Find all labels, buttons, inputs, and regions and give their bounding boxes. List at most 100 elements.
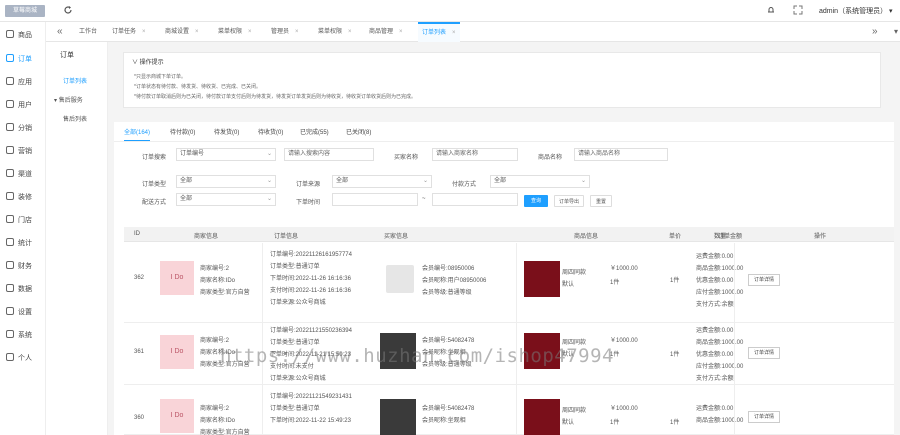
sidebar-item-goods[interactable]: 商品: [0, 28, 46, 42]
merchant-line: 商家编号:2: [200, 406, 230, 412]
sidebar-item-settings[interactable]: 设置: [0, 305, 46, 319]
goods-name[interactable]: 周四同款: [562, 405, 586, 414]
chevron-down-icon: ⌄: [422, 178, 428, 184]
buyer-line: 会员昵称:坐观相: [422, 418, 466, 424]
column-divider: [262, 385, 263, 435]
order-source-select[interactable]: 全部 ⌄: [332, 175, 432, 188]
tab-goods-management[interactable]: 商品管理 ×: [369, 22, 403, 42]
tabs-more-icon[interactable]: ▾: [894, 27, 898, 36]
sub-group-after-sales[interactable]: ▾ 售后服务: [54, 95, 83, 104]
marketing-icon: [6, 146, 14, 154]
status-tab-unpaid[interactable]: 待付款(0): [170, 127, 195, 136]
sub-item-after-sales-list[interactable]: 售后列表: [63, 114, 87, 123]
table-row: 360 I Do 商家编号:2 商家名称:IDo 商家类型:官方自营 订单编号:…: [124, 385, 894, 435]
buyer-name-input[interactable]: 请输入商家名称: [432, 148, 518, 161]
goods-icon: [6, 30, 14, 38]
status-tabs-divider: [114, 141, 894, 142]
amount-line: 商品金额:1000.00: [696, 418, 744, 424]
tab-menu-permission-2[interactable]: 菜单权限 ×: [318, 22, 352, 42]
tab-mall-settings[interactable]: 商城设置 ×: [165, 22, 199, 42]
pay-method-select[interactable]: 全部 ⌄: [490, 175, 590, 188]
sidebar-item-channels[interactable]: 渠道: [0, 167, 46, 181]
sidebar-item-system[interactable]: 系统: [0, 328, 46, 342]
sidebar-item-stores[interactable]: 门店: [0, 213, 46, 227]
tips-title[interactable]: ∨ 操作提示: [132, 57, 164, 66]
order-time-separator: ~: [422, 196, 426, 202]
order-detail-button[interactable]: 订单详情: [748, 411, 780, 423]
order-type-select[interactable]: 全部 ⌄: [176, 175, 276, 188]
amount-line: 支付方式:余额: [696, 302, 734, 308]
order-time-start-input[interactable]: [332, 193, 418, 206]
sidebar-item-distribution[interactable]: 分销: [0, 121, 46, 135]
sidebar-item-decoration[interactable]: 装修: [0, 190, 46, 204]
row-id: 361: [134, 349, 145, 355]
goods-count: 1件: [610, 420, 620, 426]
sidebar-item-statistics[interactable]: 统计: [0, 236, 46, 250]
sidebar-item-marketing[interactable]: 营销: [0, 144, 46, 158]
refresh-icon[interactable]: [63, 5, 73, 15]
order-search-select[interactable]: 订单编号 ⌄: [176, 148, 276, 161]
col-merchant: 商家信息: [194, 234, 219, 240]
brand-logo[interactable]: 草莓商城: [5, 5, 45, 17]
merchant-line: 商家类型:官方自营: [200, 290, 250, 296]
search-button[interactable]: 查询: [524, 195, 548, 207]
delivery-method-select[interactable]: 全部 ⌄: [176, 193, 276, 206]
status-tab-to-receive[interactable]: 待收货(0): [258, 127, 283, 136]
reset-button[interactable]: 重置: [590, 195, 612, 207]
amount-line: 运费金额:0.00: [696, 406, 734, 412]
sidebar-item-data[interactable]: 数据: [0, 282, 46, 296]
order-line: 下单时间:2022-11-22 15:49:23: [270, 418, 351, 424]
buyer-line: 会员编号:08950006: [422, 266, 475, 272]
order-search-input[interactable]: 请输入搜索内容: [284, 148, 374, 161]
tab-order-list[interactable]: 订单列表 ×: [418, 22, 460, 42]
tip-line: *只显示商城下单订单。: [134, 74, 186, 80]
col-id: ID: [134, 231, 140, 237]
tab-menu-permission[interactable]: 菜单权限 ×: [218, 22, 252, 42]
tabs-scroll-left-icon[interactable]: «: [57, 26, 63, 37]
goods-image: [524, 399, 560, 435]
sub-item-order-list[interactable]: 订单列表: [63, 76, 87, 85]
order-time-end-input[interactable]: [432, 193, 518, 206]
goods-name-input[interactable]: 请输入商品名称: [574, 148, 668, 161]
fullscreen-icon[interactable]: [793, 5, 803, 15]
amount-line: 应付金额:1000.00: [696, 364, 744, 370]
tab-workbench[interactable]: 工作台: [79, 22, 97, 42]
status-tab-completed[interactable]: 已完成(55): [300, 127, 329, 136]
status-tab-all[interactable]: 全部(164): [124, 127, 151, 141]
column-divider: [734, 385, 735, 435]
sidebar-item-users[interactable]: 用户: [0, 98, 46, 112]
column-divider: [516, 385, 517, 435]
users-icon: [6, 100, 14, 108]
sidebar-item-orders[interactable]: 订单: [0, 52, 46, 66]
buyer-line: 会员等级:普通等级: [422, 290, 472, 296]
statistics-icon: [6, 238, 14, 246]
main-content: ∨ 操作提示 *只显示商城下单订单。 *订单状态有待付款、待发货、待收货、已完成…: [108, 42, 900, 435]
status-tab-closed[interactable]: 已关闭(8): [346, 127, 371, 136]
order-detail-button[interactable]: 订单详情: [748, 347, 780, 359]
tabs-scroll-right-icon[interactable]: »: [872, 26, 878, 37]
goods-price: ￥1000.00: [610, 338, 638, 344]
sidebar-item-finance[interactable]: 财务: [0, 259, 46, 273]
row-qty: 1件: [670, 352, 680, 358]
tab-admin[interactable]: 管理员 ×: [271, 22, 299, 42]
amount-line: 商品金额:1000.00: [696, 340, 744, 346]
sub-sidebar: 订单 订单列表 ▾ 售后服务 售后列表: [46, 42, 108, 435]
tabs-bar: « 工作台 订单任务 × 商城设置 × 菜单权限 × 管理员 × 菜单权限 × 商品管理 ×…: [46, 22, 900, 42]
status-tab-to-ship[interactable]: 待发货(0): [214, 127, 239, 136]
order-line: 订单类型:普通订单: [270, 406, 320, 412]
admin-menu[interactable]: admin（系统管理员） ▾: [819, 6, 893, 16]
sidebar-item-personal[interactable]: 个人: [0, 351, 46, 365]
bell-icon[interactable]: [766, 5, 776, 15]
export-orders-button[interactable]: 订单导出: [554, 195, 584, 207]
merchant-line: 商家名称:IDo: [200, 418, 236, 424]
main-sidebar: 商品 订单 应用 用户 分销 营销 渠道 装修 门店 统计 财务 数据 设置 系…: [0, 22, 46, 435]
merchant-logo: I Do: [160, 399, 194, 433]
amount-line: 优惠金额:0.00: [696, 278, 734, 284]
col-actions: 操作: [814, 234, 827, 240]
tab-order-task[interactable]: 订单任务 ×: [112, 22, 146, 42]
finance-icon: [6, 261, 14, 269]
order-detail-button[interactable]: 订单详情: [748, 274, 780, 286]
goods-name[interactable]: 周四同款: [562, 267, 586, 276]
sidebar-item-apps[interactable]: 应用: [0, 75, 46, 89]
orders-icon: [6, 54, 14, 62]
